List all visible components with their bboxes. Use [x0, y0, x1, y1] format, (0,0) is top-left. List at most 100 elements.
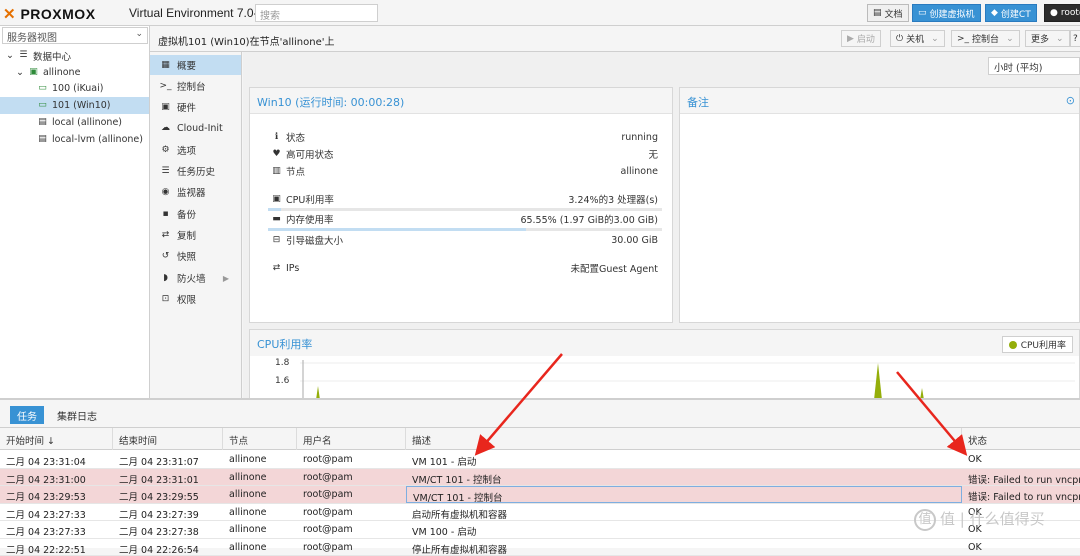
summary-icon: ▦: [159, 60, 172, 71]
cpu-icon: ▣: [270, 194, 283, 205]
status-value: 65.55% (1.97 GiB的3.00 GiB): [520, 212, 658, 226]
menu-item-task-history[interactable]: ☰任务历史: [150, 161, 241, 181]
tree-item-vm-100[interactable]: ▭100 (iKuai): [0, 80, 149, 97]
help-icon: ?: [1073, 34, 1078, 44]
menu-item-label: 选项: [177, 143, 196, 157]
status-value: 未配置Guest Agent: [570, 261, 658, 275]
floppy-icon: ▪: [159, 209, 172, 220]
view-selector[interactable]: 服务器视图⌄: [2, 27, 148, 44]
cube-icon: ◆: [991, 8, 998, 18]
cell-user: root@pam: [297, 486, 406, 503]
menu-item-backup[interactable]: ▪备份: [150, 204, 241, 224]
menu-item-label: 快照: [177, 249, 196, 263]
help-button[interactable]: ?: [1070, 30, 1080, 47]
column-user[interactable]: 用户名: [297, 428, 406, 450]
status-value: 无: [648, 147, 658, 161]
menu-item-label: 复制: [177, 228, 196, 242]
shutdown-button[interactable]: ⏻关机⌄: [890, 30, 945, 47]
menu-item-permissions[interactable]: ⊡权限: [150, 289, 241, 309]
cell-status: OK: [962, 539, 1080, 556]
cell-desc: 启动所有虚拟机和容器: [406, 504, 962, 521]
create-vm-button[interactable]: ▭创建虚拟机: [912, 4, 981, 22]
table-row[interactable]: 二月 04 23:31:00二月 04 23:31:01allinoneroot…: [0, 469, 1080, 487]
view-selector-value: 服务器视图: [7, 33, 57, 44]
tree-item-storage-local-lvm[interactable]: ▤local-lvm (allinone): [0, 131, 149, 148]
collapse-icon: ⌄: [6, 50, 14, 61]
more-button[interactable]: 更多⌄: [1025, 30, 1070, 47]
cell-end: 二月 04 23:31:01: [113, 469, 223, 486]
column-node[interactable]: 节点: [223, 428, 297, 450]
heartbeat-icon: ♥: [270, 149, 283, 160]
tab-cluster-log[interactable]: 集群日志: [50, 406, 104, 424]
watermark-text: 值 | 什么值得买: [940, 510, 1045, 528]
menu-item-summary[interactable]: ▦ 概要: [150, 55, 241, 75]
more-label: 更多: [1031, 32, 1049, 45]
table-row[interactable]: 二月 04 23:31:04二月 04 23:31:07allinoneroot…: [0, 451, 1080, 469]
menu-item-options[interactable]: ⚙ 选项: [150, 140, 241, 160]
status-row-ha: ♥高可用状态无: [270, 146, 658, 162]
create-ct-button[interactable]: ◆创建CT: [985, 4, 1037, 22]
cell-node: allinone: [223, 521, 297, 538]
cell-user: root@pam: [297, 521, 406, 538]
menu-item-label: 概要: [177, 58, 196, 72]
power-icon: ⏻: [896, 34, 903, 44]
cpu-chart-plot: [300, 360, 1075, 400]
tree-item-vm-101[interactable]: ▭101 (Win10): [0, 97, 149, 114]
user-menu-button[interactable]: ●root@: [1044, 4, 1080, 22]
status-value: running: [621, 132, 658, 143]
column-status[interactable]: 状态: [962, 428, 1080, 450]
menu-item-hardware[interactable]: ▣硬件: [150, 97, 241, 117]
status-label: IPs: [286, 263, 299, 274]
cell-end: 二月 04 23:31:07: [113, 451, 223, 468]
retweet-icon: ⇄: [159, 230, 172, 241]
vm-running-icon: ▭: [36, 83, 49, 94]
user-icon: ●: [1050, 8, 1058, 18]
cell-start: 二月 04 22:22:51: [0, 539, 113, 556]
info-icon: ℹ: [270, 132, 283, 143]
version-label: Virtual Environment 7.0-11: [129, 6, 270, 20]
memory-usage-bar: [268, 228, 662, 231]
menu-item-console[interactable]: >_控制台: [150, 76, 241, 96]
status-row-node: ▥节点allinone: [270, 163, 658, 179]
menu-item-cloud-init[interactable]: ☁ Cloud-Init: [150, 118, 241, 138]
menu-item-snapshots[interactable]: ↺ 快照: [150, 246, 241, 266]
console-button[interactable]: >_控制台⌄: [951, 30, 1020, 47]
cloud-icon: ☁: [159, 123, 172, 134]
menu-item-replication[interactable]: ⇄ 复制: [150, 225, 241, 245]
page-title: 虚拟机101 (Win10)在节点'allinone'上: [158, 33, 334, 48]
cell-start: 二月 04 23:29:53: [0, 486, 113, 503]
hardware-icon: ▣: [159, 102, 172, 113]
tab-tasks[interactable]: 任务: [10, 406, 44, 424]
table-row[interactable]: 二月 04 23:29:53二月 04 23:29:55allinoneroot…: [0, 486, 1080, 504]
gear-icon: ⚙: [159, 145, 172, 156]
menu-item-firewall[interactable]: ◗防火墙▶: [150, 268, 241, 288]
tree-item-datacenter[interactable]: ⌄☰数据中心: [0, 47, 149, 64]
y-tick-label: 1.8: [275, 358, 289, 368]
tree-item-label: allinone: [43, 67, 80, 78]
docs-button[interactable]: ▤文档: [867, 4, 909, 22]
timeframe-selector[interactable]: 小时 (平均): [988, 57, 1080, 75]
cell-node: allinone: [223, 539, 297, 556]
proxmox-logo[interactable]: ✕ PROXMOX: [3, 5, 96, 21]
cpu-chart-legend[interactable]: CPU利用率: [1002, 336, 1073, 353]
column-end-time[interactable]: 结束时间: [113, 428, 223, 450]
task-table-header: 开始时间 ↓ 结束时间 节点 用户名 描述 状态: [0, 428, 1080, 450]
status-label: 状态: [286, 130, 305, 144]
menu-item-label: Cloud-Init: [177, 123, 223, 134]
menu-item-monitor[interactable]: ◉监视器: [150, 182, 241, 202]
menu-item-label: 权限: [177, 292, 196, 306]
history-icon: ↺: [159, 251, 172, 262]
start-button[interactable]: ▶启动: [841, 30, 881, 47]
tree-item-storage-local[interactable]: ▤local (allinone): [0, 114, 149, 131]
gear-icon[interactable]: ⊙: [1066, 94, 1075, 107]
tree-item-node-allinone[interactable]: ⌄▣allinone: [0, 64, 149, 81]
cell-node: allinone: [223, 486, 297, 503]
status-value: allinone: [621, 166, 658, 177]
column-description[interactable]: 描述: [406, 428, 962, 450]
table-row[interactable]: 二月 04 22:22:51二月 04 22:26:54allinoneroot…: [0, 539, 1080, 556]
search-input[interactable]: 搜索: [255, 4, 378, 22]
column-start-time[interactable]: 开始时间 ↓: [0, 428, 113, 450]
tree-item-label: 100 (iKuai): [52, 83, 103, 94]
cell-desc: VM/CT 101 - 控制台: [406, 469, 962, 486]
cell-end: 二月 04 23:29:55: [113, 486, 223, 503]
